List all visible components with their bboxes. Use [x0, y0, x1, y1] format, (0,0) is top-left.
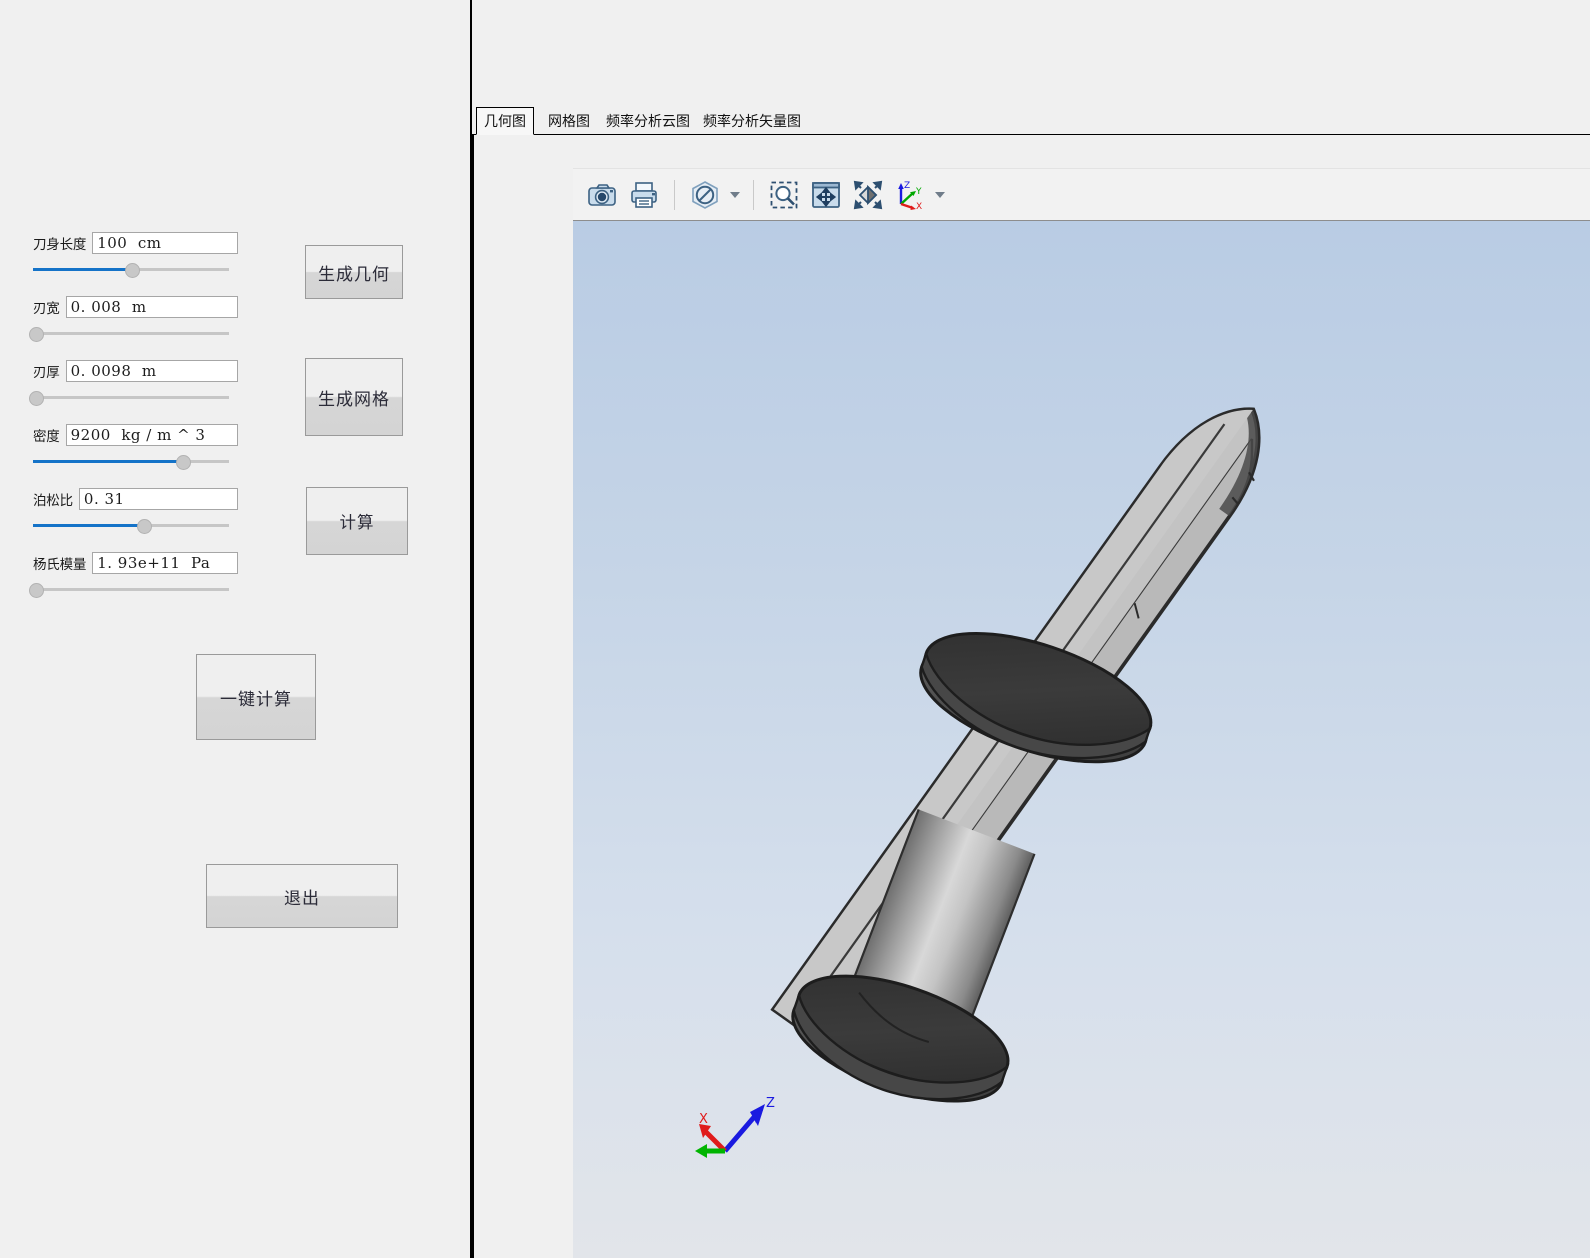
- field-input[interactable]: [92, 232, 238, 254]
- toolbar-separator: [753, 180, 754, 210]
- zoom-box-icon[interactable]: [763, 174, 805, 216]
- slider-handle[interactable]: [125, 263, 140, 278]
- parameter-field-2: 刃厚: [28, 360, 238, 406]
- tab-0[interactable]: 几何图: [476, 107, 534, 135]
- tab-3[interactable]: 频率分析矢量图: [697, 107, 807, 135]
- field-input[interactable]: [78, 488, 238, 510]
- field-slider[interactable]: [28, 326, 229, 342]
- field-input[interactable]: [65, 296, 238, 318]
- parameter-panel: 刀身长度刃宽刃厚密度泊松比杨氏模量 生成几何生成网格计算一键计算退出: [0, 0, 470, 1258]
- field-input[interactable]: [65, 360, 238, 382]
- no-clip-icon[interactable]: [684, 174, 726, 216]
- slider-track: [33, 332, 229, 335]
- field-slider[interactable]: [33, 454, 229, 470]
- chevron-down-icon[interactable]: [931, 174, 949, 216]
- field-row: 刃厚: [33, 360, 238, 382]
- slider-handle[interactable]: [175, 455, 191, 470]
- field-label: 杨氏模量: [33, 557, 87, 573]
- svg-text:Z: Z: [904, 181, 910, 191]
- screenshot-icon[interactable]: [581, 174, 623, 216]
- tab-bar: 几何图 网格图 频率分析云图 频率分析矢量图: [472, 107, 1590, 135]
- field-row: 刃宽: [33, 296, 238, 318]
- field-row: 杨氏模量: [33, 552, 238, 574]
- toolbar-separator: [674, 180, 675, 210]
- slider-handle[interactable]: [28, 583, 44, 598]
- field-label: 刃厚: [33, 365, 60, 381]
- one-click-calc-button[interactable]: 一键计算: [196, 654, 316, 740]
- axis-z-label: Z: [766, 1096, 775, 1111]
- generate-mesh-button[interactable]: 生成网格: [305, 358, 403, 436]
- slider-handle[interactable]: [28, 391, 44, 406]
- 3d-viewport[interactable]: Z X: [573, 220, 1590, 1258]
- slider-track: [33, 396, 229, 399]
- tab-1[interactable]: 网格图: [540, 107, 598, 135]
- field-row: 密度: [33, 424, 238, 446]
- parameter-field-4: 泊松比: [33, 488, 238, 534]
- field-slider[interactable]: [33, 262, 229, 278]
- exit-button[interactable]: 退出: [206, 864, 398, 928]
- field-input[interactable]: [92, 552, 238, 574]
- sword-model: Z X: [695, 407, 1261, 1158]
- slider-track: [33, 588, 229, 591]
- svg-text:Y: Y: [915, 187, 922, 197]
- print-icon[interactable]: [623, 174, 665, 216]
- parameter-field-1: 刃宽: [28, 296, 238, 342]
- field-label: 密度: [33, 429, 60, 445]
- slider-fill: [33, 460, 182, 463]
- slider-fill: [33, 524, 143, 527]
- generate-geometry-button[interactable]: 生成几何: [305, 245, 403, 299]
- field-label: 刀身长度: [33, 237, 87, 253]
- calculate-button[interactable]: 计算: [306, 487, 408, 555]
- parameter-field-5: 杨氏模量: [28, 552, 238, 598]
- chevron-down-icon[interactable]: [726, 174, 744, 216]
- field-label: 刃宽: [33, 301, 60, 317]
- tab-panel-left-border: [472, 135, 474, 1258]
- field-label: 泊松比: [33, 493, 73, 509]
- field-slider[interactable]: [28, 390, 229, 406]
- fit-view-icon[interactable]: [847, 174, 889, 216]
- field-slider[interactable]: [33, 518, 229, 534]
- slider-handle[interactable]: [136, 519, 152, 534]
- slider-fill: [33, 268, 131, 271]
- parameter-field-0: 刀身长度: [33, 232, 238, 278]
- slider-handle[interactable]: [28, 327, 44, 342]
- field-input[interactable]: [65, 424, 238, 446]
- field-slider[interactable]: [28, 582, 229, 598]
- visualization-panel: 几何图 网格图 频率分析云图 频率分析矢量图 Z Y X Z X: [472, 0, 1590, 1258]
- viewport-toolbar: Z Y X: [573, 168, 1590, 220]
- axis-x-label: X: [699, 1112, 708, 1127]
- svg-text:X: X: [916, 202, 922, 210]
- pan-view-icon[interactable]: [805, 174, 847, 216]
- axis-triad: Z X: [695, 1096, 775, 1158]
- tab-2[interactable]: 频率分析云图: [600, 107, 696, 135]
- axis-view-icon[interactable]: Z Y X: [889, 174, 931, 216]
- field-row: 泊松比: [33, 488, 238, 510]
- parameter-field-3: 密度: [33, 424, 238, 470]
- field-row: 刀身长度: [33, 232, 238, 254]
